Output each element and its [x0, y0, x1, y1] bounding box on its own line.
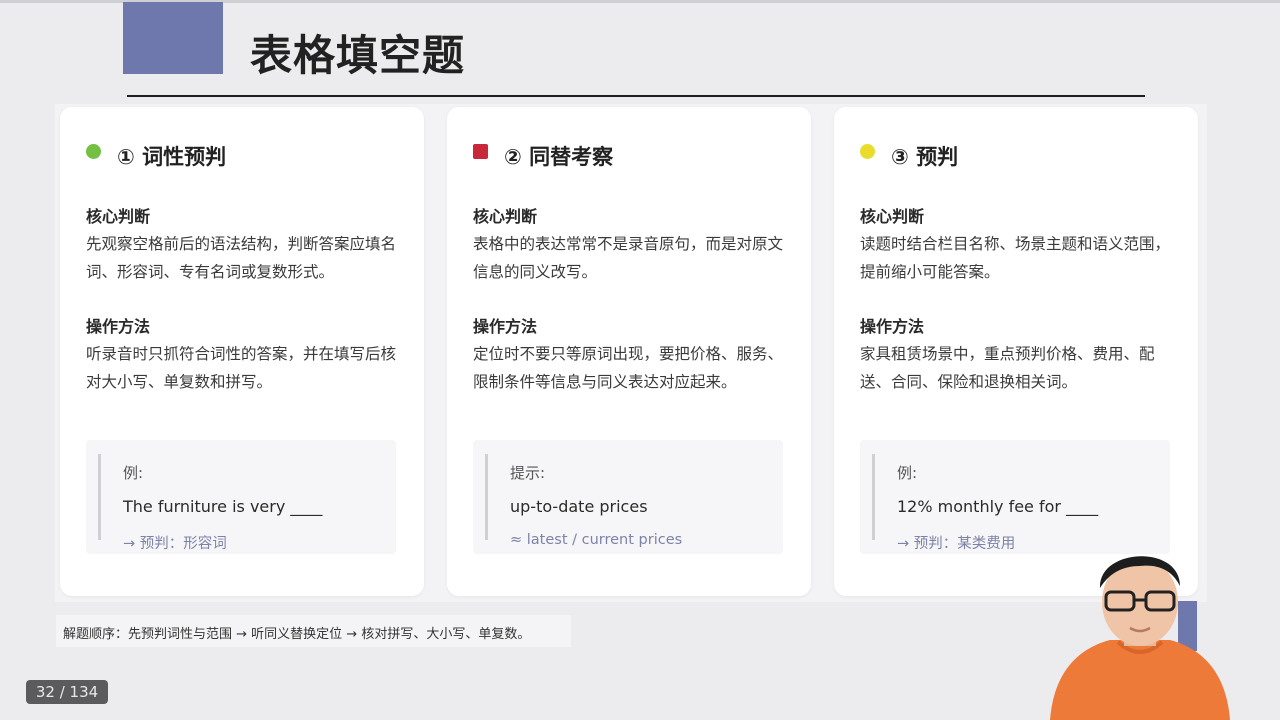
hint-label: 提示: — [510, 464, 546, 482]
core-text: 表格中的表达常常不是录音原句，而是对原文信息的同义改写。 — [473, 235, 784, 281]
example-label: 例: — [123, 464, 144, 482]
card-part-of-speech: ① 词性预判 核心判断 先观察空格前后的语法结构，判断答案应填名词、形容词、专有… — [60, 107, 424, 596]
hint-note: ≈ latest / current prices — [510, 532, 683, 548]
method-text: 家具租赁场景中，重点预判价格、费用、配送、合同、保险和退换相关词。 — [860, 345, 1155, 391]
page-counter[interactable]: 32 / 134 — [26, 680, 108, 704]
card-paraphrase: ② 同替考察 核心判断 表格中的表达常常不是录音原句，而是对原文信息的同义改写。… — [447, 107, 811, 596]
hint-text: up-to-date prices — [510, 497, 648, 516]
method-text: 听录音时只抓符合词性的答案，并在填写后核对大小写、单复数和拼写。 — [86, 345, 397, 391]
presenter-webcam — [1050, 556, 1230, 720]
method-label: 操作方法 — [860, 317, 925, 336]
example-text: The furniture is very ____ — [123, 497, 323, 516]
slide-title: 表格填空题 — [250, 31, 466, 80]
method-label: 操作方法 — [86, 317, 151, 336]
red-square-icon — [473, 143, 488, 159]
example-label: 例: — [897, 464, 918, 482]
core-label: 核心判断 — [86, 207, 151, 226]
card-title: ② 同替考察 — [504, 145, 614, 169]
core-label: 核心判断 — [860, 207, 925, 226]
card-header: ③ 预判 — [860, 143, 958, 169]
card-prediction: ③ 预判 核心判断 读题时结合栏目名称、场景主题和语义范围，提前缩小可能答案。 … — [834, 107, 1198, 596]
title-accent-block — [123, 2, 223, 74]
quote-bar — [872, 454, 875, 540]
example-note: → 预判：形容词 — [123, 536, 227, 552]
core-text: 读题时结合栏目名称、场景主题和语义范围，提前缩小可能答案。 — [860, 235, 1171, 281]
card-header: ① 词性预判 — [86, 143, 226, 169]
example-text: 12% monthly fee for ____ — [897, 497, 1099, 516]
green-dot-icon — [86, 143, 101, 159]
card-title: ③ 预判 — [891, 145, 959, 169]
card-header: ② 同替考察 — [473, 143, 613, 169]
solving-order-note: 解题顺序：先预判词性与范围 → 听同义替换定位 → 核对拼写、大小写、单复数。 — [56, 615, 571, 647]
card-title: ① 词性预判 — [117, 145, 227, 169]
example-note: → 预判：某类费用 — [897, 536, 1016, 552]
quote-bar — [485, 454, 488, 540]
method-text: 定位时不要只等原词出现，要把价格、服务、限制条件等信息与同义表达对应起来。 — [473, 345, 784, 391]
method-label: 操作方法 — [473, 317, 538, 336]
core-text: 先观察空格前后的语法结构，判断答案应填名词、形容词、专有名词或复数形式。 — [86, 235, 397, 281]
yellow-dot-icon — [860, 143, 875, 159]
title-divider — [127, 95, 1145, 97]
core-label: 核心判断 — [473, 207, 538, 226]
example-box: 例: The furniture is very ____ → 预判：形容词 — [86, 440, 396, 554]
hint-box: 提示: up-to-date prices ≈ latest / current… — [473, 440, 783, 554]
quote-bar — [98, 454, 101, 540]
